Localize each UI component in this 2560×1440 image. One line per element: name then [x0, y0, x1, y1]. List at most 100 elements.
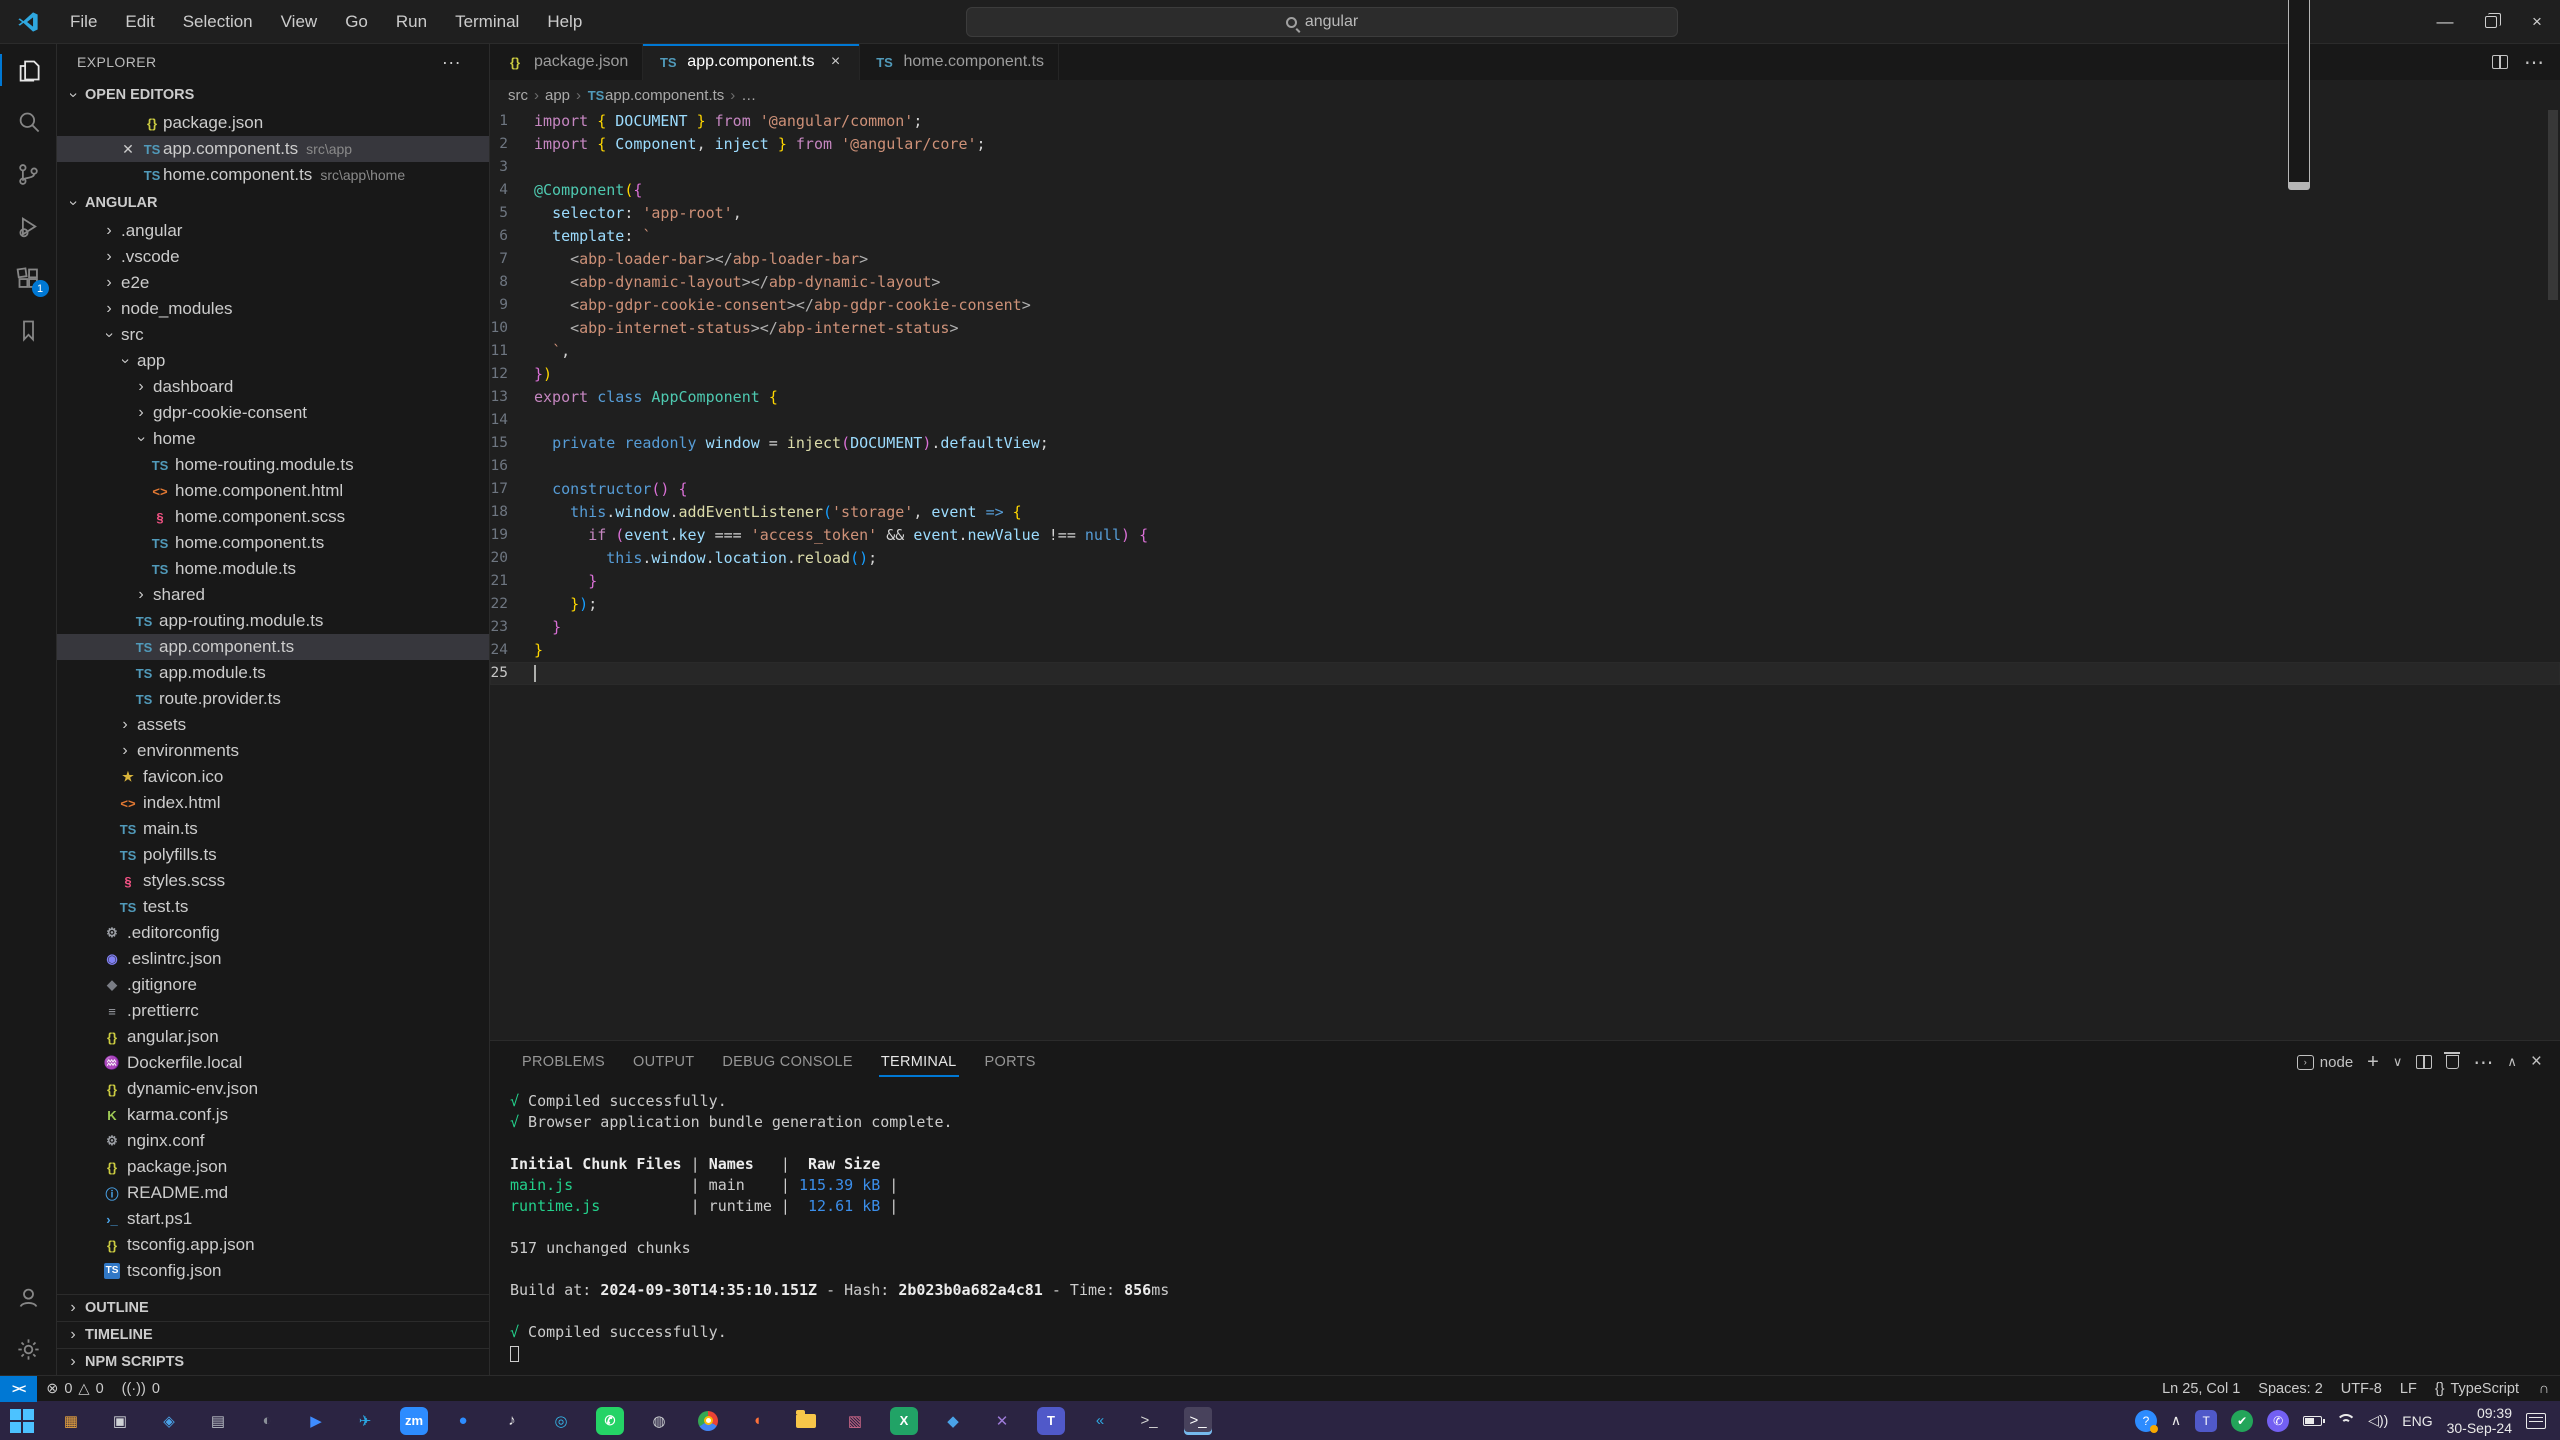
- menu-edit[interactable]: Edit: [111, 0, 168, 44]
- tree-folder-home[interactable]: ›home: [57, 426, 489, 452]
- close-tab-icon[interactable]: ×: [827, 53, 845, 71]
- activity-accounts-icon[interactable]: [0, 1271, 57, 1323]
- taskbar-terminal-app-icon[interactable]: >_: [1135, 1407, 1163, 1435]
- clock[interactable]: 09:39 30-Sep-24: [2447, 1406, 2512, 1436]
- tree-file-app.component.ts[interactable]: TSapp.component.ts: [57, 634, 489, 660]
- tree-file-home.module.ts[interactable]: TShome.module.ts: [57, 556, 489, 582]
- tree-file-test.ts[interactable]: TStest.ts: [57, 894, 489, 920]
- language-mode[interactable]: {} TypeScript: [2426, 1376, 2528, 1401]
- tree-file-package.json[interactable]: {}package.json: [57, 1154, 489, 1180]
- split-editor-icon[interactable]: [2492, 55, 2508, 69]
- tree-file-nginx.conf[interactable]: ⚙nginx.conf: [57, 1128, 489, 1154]
- tree-file-dynamic-env.json[interactable]: {}dynamic-env.json: [57, 1076, 489, 1102]
- activity-explorer-icon[interactable]: [0, 44, 57, 96]
- start-button[interactable]: [8, 1407, 36, 1435]
- section-outline[interactable]: ›OUTLINE: [57, 1294, 489, 1321]
- close-editor-icon[interactable]: ✕: [115, 141, 141, 158]
- taskbar-zoom-icon[interactable]: zm: [400, 1407, 428, 1435]
- tab-package.json[interactable]: {}package.json: [490, 44, 643, 80]
- split-terminal-icon[interactable]: [2416, 1055, 2432, 1069]
- command-center-search[interactable]: angular: [966, 7, 1678, 37]
- tree-folder-.angular[interactable]: ›.angular: [57, 218, 489, 244]
- battery-icon[interactable]: [2303, 1416, 2322, 1426]
- tree-file-app-routing.module.ts[interactable]: TSapp-routing.module.ts: [57, 608, 489, 634]
- tree-file-home.component.scss[interactable]: §home.component.scss: [57, 504, 489, 530]
- tree-folder-shared[interactable]: ›shared: [57, 582, 489, 608]
- editor-more-actions-icon[interactable]: ⋯: [2524, 50, 2544, 75]
- panel-more-actions-icon[interactable]: ⋯: [2473, 1050, 2493, 1075]
- explorer-more-actions-icon[interactable]: ···: [442, 52, 461, 73]
- cursor-position[interactable]: Ln 25, Col 1: [2153, 1376, 2249, 1401]
- terminal-dropdown-icon[interactable]: ∨: [2393, 1054, 2403, 1070]
- open-editor-item[interactable]: TShome.component.tssrc\app\home: [57, 162, 489, 188]
- tree-file-styles.scss[interactable]: §styles.scss: [57, 868, 489, 894]
- eol-setting[interactable]: LF: [2391, 1376, 2426, 1401]
- open-editor-item[interactable]: {}package.json: [57, 110, 489, 136]
- antivirus-check-icon[interactable]: ✔: [2231, 1410, 2253, 1432]
- tree-file-karma.conf.js[interactable]: Kkarma.conf.js: [57, 1102, 489, 1128]
- tree-file-polyfills.ts[interactable]: TSpolyfills.ts: [57, 842, 489, 868]
- tree-file-start.ps1[interactable]: ›_start.ps1: [57, 1206, 489, 1232]
- tree-file-.prettierrc[interactable]: ≡.prettierrc: [57, 998, 489, 1024]
- volume-icon[interactable]: ◁)): [2368, 1412, 2388, 1429]
- taskbar-excel-icon[interactable]: X: [890, 1407, 918, 1435]
- activity-extensions-icon[interactable]: 1: [0, 252, 57, 304]
- project-section-header[interactable]: › ANGULAR: [57, 188, 489, 218]
- terminal-output[interactable]: √ Compiled successfully.√ Browser applic…: [490, 1083, 2560, 1375]
- tree-folder-environments[interactable]: ›environments: [57, 738, 489, 764]
- taskbar-telegram-icon[interactable]: ✈: [351, 1407, 379, 1435]
- taskbar-pinned-app-icon[interactable]: ▣: [106, 1407, 134, 1435]
- tree-folder-node_modules[interactable]: ›node_modules: [57, 296, 489, 322]
- tree-file-app.module.ts[interactable]: TSapp.module.ts: [57, 660, 489, 686]
- taskbar-pinned-app-icon[interactable]: ▧: [841, 1407, 869, 1435]
- tree-file-tsconfig.json[interactable]: TStsconfig.json: [57, 1258, 489, 1284]
- tree-folder-.vscode[interactable]: ›.vscode: [57, 244, 489, 270]
- maximize-panel-icon[interactable]: ∧: [2507, 1054, 2517, 1070]
- panel-tab-ports[interactable]: PORTS: [973, 1041, 1048, 1083]
- taskbar-pinned-app-icon[interactable]: ◍: [645, 1407, 673, 1435]
- taskbar-pinned-app-icon[interactable]: ●: [449, 1407, 477, 1435]
- taskbar-file-explorer-icon[interactable]: [792, 1407, 820, 1435]
- tree-folder-assets[interactable]: ›assets: [57, 712, 489, 738]
- notification-center-icon[interactable]: [2526, 1413, 2546, 1429]
- tree-file-README.md[interactable]: ⓘREADME.md: [57, 1180, 489, 1206]
- taskbar-chrome-icon[interactable]: [694, 1407, 722, 1435]
- viber-tray-icon[interactable]: ✆: [2267, 1410, 2289, 1432]
- language-indicator[interactable]: ENG: [2402, 1413, 2432, 1429]
- close-button[interactable]: ×: [2514, 0, 2560, 44]
- taskbar-pinned-app-icon[interactable]: ▦: [57, 1407, 85, 1435]
- open-editors-section-header[interactable]: › OPEN EDITORS: [57, 80, 489, 110]
- tree-folder-app[interactable]: ›app: [57, 348, 489, 374]
- menu-selection[interactable]: Selection: [169, 0, 267, 44]
- tab-home.component.ts[interactable]: TShome.component.ts: [860, 44, 1060, 80]
- taskbar-pinned-app-icon[interactable]: ▤: [204, 1407, 232, 1435]
- menu-go[interactable]: Go: [331, 0, 382, 44]
- menu-help[interactable]: Help: [533, 0, 596, 44]
- tree-folder-gdpr-cookie-consent[interactable]: ›gdpr-cookie-consent: [57, 400, 489, 426]
- breadcrumb-item[interactable]: TSapp.component.ts: [587, 87, 724, 104]
- remote-indicator[interactable]: ><: [0, 1376, 37, 1402]
- notifications-bell[interactable]: ∩: [2528, 1376, 2560, 1401]
- tree-file-tsconfig.app.json[interactable]: {}tsconfig.app.json: [57, 1232, 489, 1258]
- tree-folder-dashboard[interactable]: ›dashboard: [57, 374, 489, 400]
- restore-button[interactable]: [2468, 0, 2514, 44]
- problems-indicator[interactable]: ⊗0 △0: [37, 1376, 112, 1401]
- tree-file-Dockerfile.local[interactable]: ♒Dockerfile.local: [57, 1050, 489, 1076]
- kill-terminal-icon[interactable]: [2446, 1055, 2459, 1069]
- section-timeline[interactable]: ›TIMELINE: [57, 1321, 489, 1348]
- editor-scrollbar[interactable]: [2546, 110, 2560, 1040]
- tray-chevron-up-icon[interactable]: ∧: [2171, 1412, 2181, 1429]
- tree-file-home-routing.module.ts[interactable]: TShome-routing.module.ts: [57, 452, 489, 478]
- breadcrumb-item[interactable]: app: [545, 87, 570, 104]
- minimize-button[interactable]: —: [2422, 0, 2468, 44]
- tree-file-.editorconfig[interactable]: ⚙.editorconfig: [57, 920, 489, 946]
- tree-file-.gitignore[interactable]: ◆.gitignore: [57, 972, 489, 998]
- taskbar-pinned-app-icon[interactable]: ◈: [155, 1407, 183, 1435]
- menu-run[interactable]: Run: [382, 0, 441, 44]
- activity-run-and-debug-icon[interactable]: [0, 200, 57, 252]
- open-editor-item[interactable]: ✕TSapp.component.tssrc\app: [57, 136, 489, 162]
- tree-folder-src[interactable]: ›src: [57, 322, 489, 348]
- menu-terminal[interactable]: Terminal: [441, 0, 533, 44]
- tree-file-home.component.ts[interactable]: TShome.component.ts: [57, 530, 489, 556]
- menu-file[interactable]: File: [56, 0, 111, 44]
